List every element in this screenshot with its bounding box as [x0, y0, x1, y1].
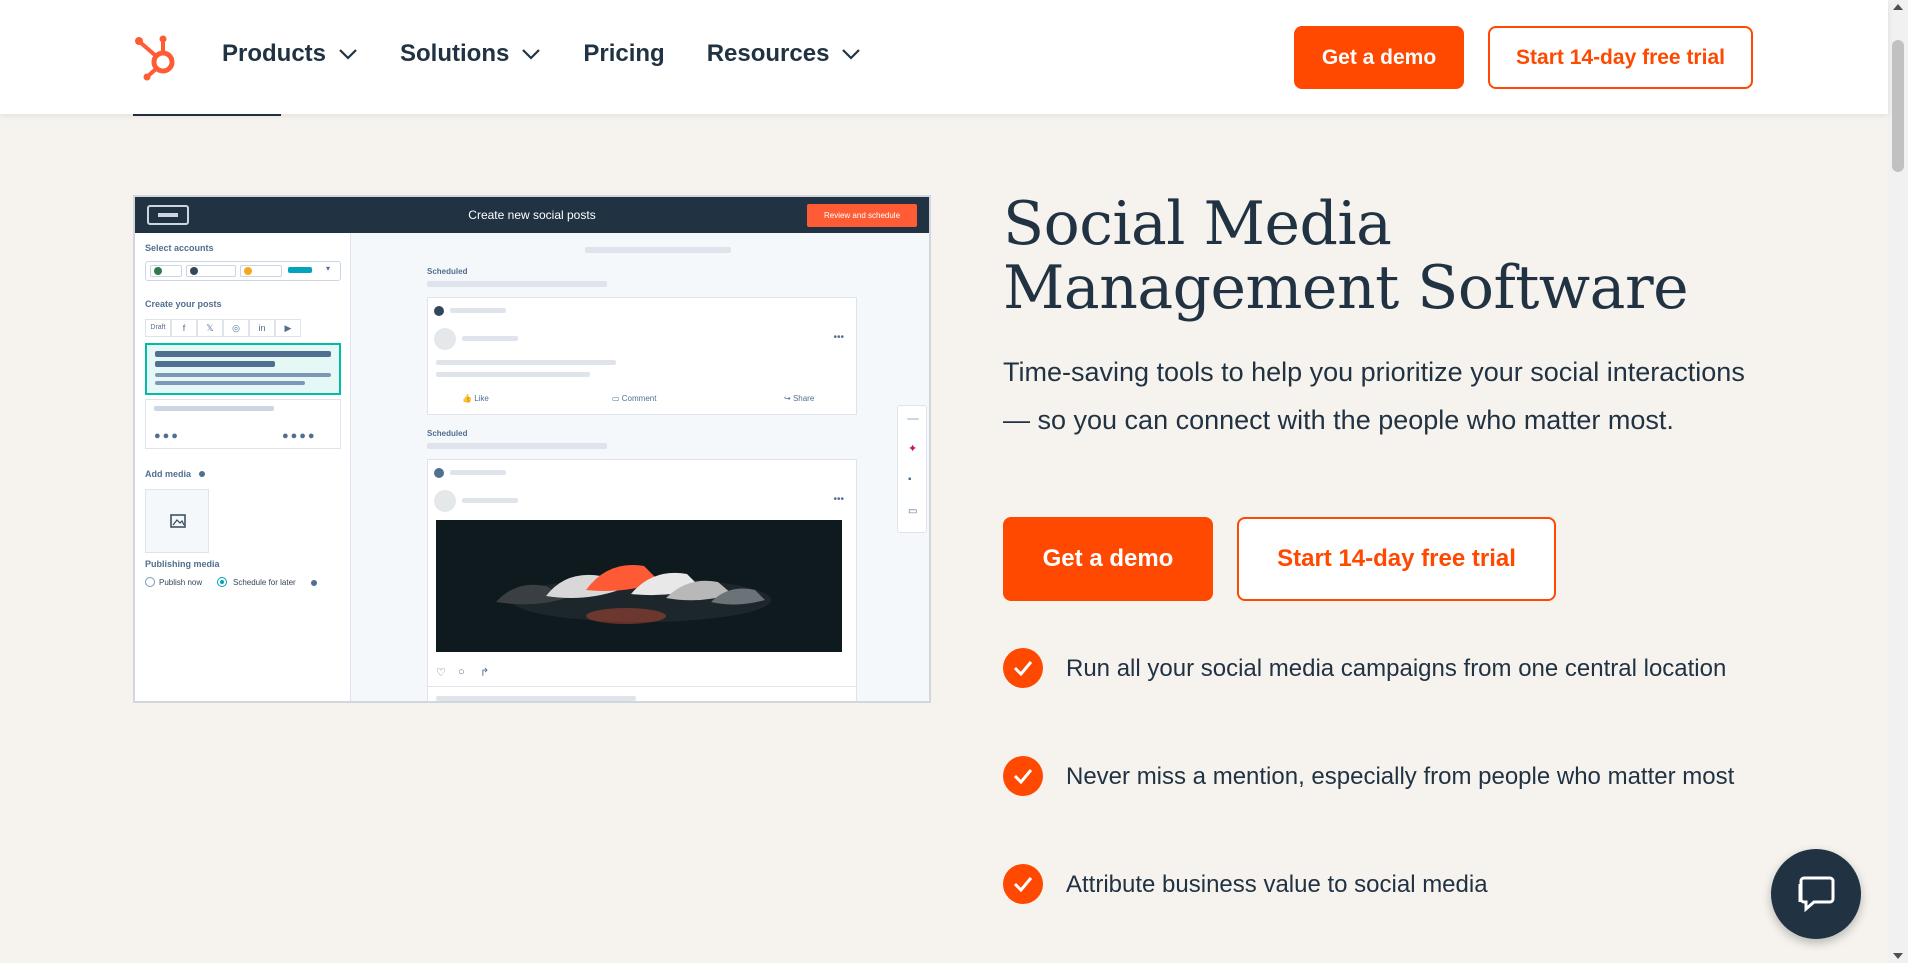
- facebook-icon: [434, 306, 444, 316]
- account-chip: [150, 265, 182, 277]
- chevron-down-icon: ▾: [326, 264, 331, 273]
- nav-pricing[interactable]: Pricing: [583, 40, 664, 68]
- sparkle-icon: ✦: [908, 443, 918, 455]
- side-toolbar: ✦ ▪ ▭: [897, 405, 927, 533]
- more-icon: •••: [833, 332, 844, 343]
- share-action: ↪ Share: [784, 394, 815, 403]
- nav-pricing-label: Pricing: [583, 40, 665, 67]
- comment-action: ▭ Comment: [612, 394, 657, 403]
- chat-icon: [1798, 876, 1835, 913]
- like-action: 👍 Like: [462, 394, 489, 403]
- account-chip: [186, 265, 236, 277]
- tab-facebook: f: [171, 319, 197, 337]
- feature-text: Never miss a mention, especially from pe…: [1066, 763, 1735, 790]
- nav-products-label: Products: [222, 40, 327, 67]
- select-accounts-label: Select accounts: [145, 243, 214, 253]
- tab-draft: Draft: [145, 319, 171, 337]
- add-media-label: Add media: [145, 469, 192, 479]
- chevron-down-icon: [339, 49, 357, 60]
- add-media-box: [145, 489, 209, 553]
- main-nav: Products Solutions Pricing Resources: [222, 40, 903, 68]
- scroll-thumb[interactable]: [1892, 40, 1904, 172]
- like-label: Like: [474, 394, 489, 403]
- chevron-down-icon: [522, 49, 541, 60]
- comment-icon: ▪: [908, 474, 912, 485]
- hero-subtitle: Time-saving tools to help you prioritize…: [1003, 357, 1745, 435]
- comment-label: Comment: [621, 394, 657, 403]
- account-chip: [240, 265, 282, 277]
- page-scrollbar[interactable]: [1888, 0, 1908, 963]
- check-icon: [1003, 756, 1043, 796]
- instagram-icon: [434, 468, 444, 478]
- scheduled-post-card-image: ••• ♡ ○ ↱: [427, 459, 857, 701]
- publish-now-radio: [145, 577, 155, 587]
- image-icon: [170, 514, 186, 528]
- scroll-up-icon[interactable]: [1893, 4, 1903, 10]
- nav-products[interactable]: Products: [222, 40, 358, 68]
- share-label: Share: [792, 394, 815, 403]
- post-editor-secondary: ●●● ●●●●: [145, 399, 341, 449]
- avatar: [434, 328, 456, 350]
- hero-free-trial-button[interactable]: Start 14-day free trial: [1237, 517, 1556, 601]
- schedule-later-label: Schedule for later: [233, 578, 296, 587]
- tab-instagram: ◎: [223, 319, 249, 337]
- nav-solutions[interactable]: Solutions: [400, 40, 541, 68]
- nav-resources-label: Resources: [706, 40, 830, 67]
- publishing-media-label: Publishing media: [145, 559, 220, 569]
- site-header: Products Solutions Pricing Resources Get…: [0, 0, 1888, 114]
- share-icon: ↱: [480, 667, 490, 679]
- check-icon: [1003, 648, 1043, 688]
- accounts-selector: ▾: [145, 261, 341, 281]
- scheduled-post-card: ••• 👍 Like ▭ Comment ↪ Share: [427, 297, 857, 415]
- header-get-demo-button[interactable]: Get a demo: [1294, 26, 1464, 89]
- scheduled-label: Scheduled: [427, 267, 468, 276]
- hero-title: Social Media Management Software: [1003, 189, 1689, 323]
- review-schedule-button: Review and schedule: [807, 204, 917, 227]
- screenshot-left-panel: Select accounts ▾ Create your posts Draf…: [135, 233, 351, 701]
- nav-solutions-label: Solutions: [400, 40, 510, 67]
- feature-text: Attribute business value to social media: [1066, 871, 1488, 898]
- scroll-down-icon[interactable]: [1893, 953, 1903, 959]
- avatar: [434, 490, 456, 512]
- network-tabs: Draft f 𝕏 ◎ in ▶: [145, 319, 325, 337]
- chat-launcher-button[interactable]: [1771, 849, 1861, 939]
- more-icon: •••: [833, 494, 844, 505]
- create-posts-label: Create your posts: [145, 299, 222, 309]
- scheduled-label: Scheduled: [427, 429, 468, 438]
- chevron-down-icon: [842, 49, 861, 60]
- tab-x: 𝕏: [197, 319, 223, 337]
- check-icon: [1003, 864, 1043, 904]
- tab-linkedin: in: [249, 319, 275, 337]
- heart-icon: ♡: [436, 667, 446, 679]
- schedule-later-radio: [217, 577, 227, 587]
- sneakers-photo: [436, 520, 842, 652]
- screenshot-topbar: Create new social posts Review and sched…: [135, 197, 929, 233]
- header-free-trial-button[interactable]: Start 14-day free trial: [1488, 26, 1753, 89]
- post-editor: [145, 343, 341, 395]
- comment-icon: ○: [458, 666, 465, 678]
- tab-youtube: ▶: [275, 319, 301, 337]
- hubspot-logo-icon[interactable]: [133, 31, 179, 81]
- product-screenshot: Create new social posts Review and sched…: [133, 195, 931, 703]
- hero-get-demo-button[interactable]: Get a demo: [1003, 517, 1213, 601]
- nav-resources[interactable]: Resources: [707, 40, 862, 68]
- panel-icon: ▭: [908, 506, 918, 517]
- publish-now-label: Publish now: [159, 578, 203, 587]
- feature-text: Run all your social media campaigns from…: [1066, 655, 1727, 682]
